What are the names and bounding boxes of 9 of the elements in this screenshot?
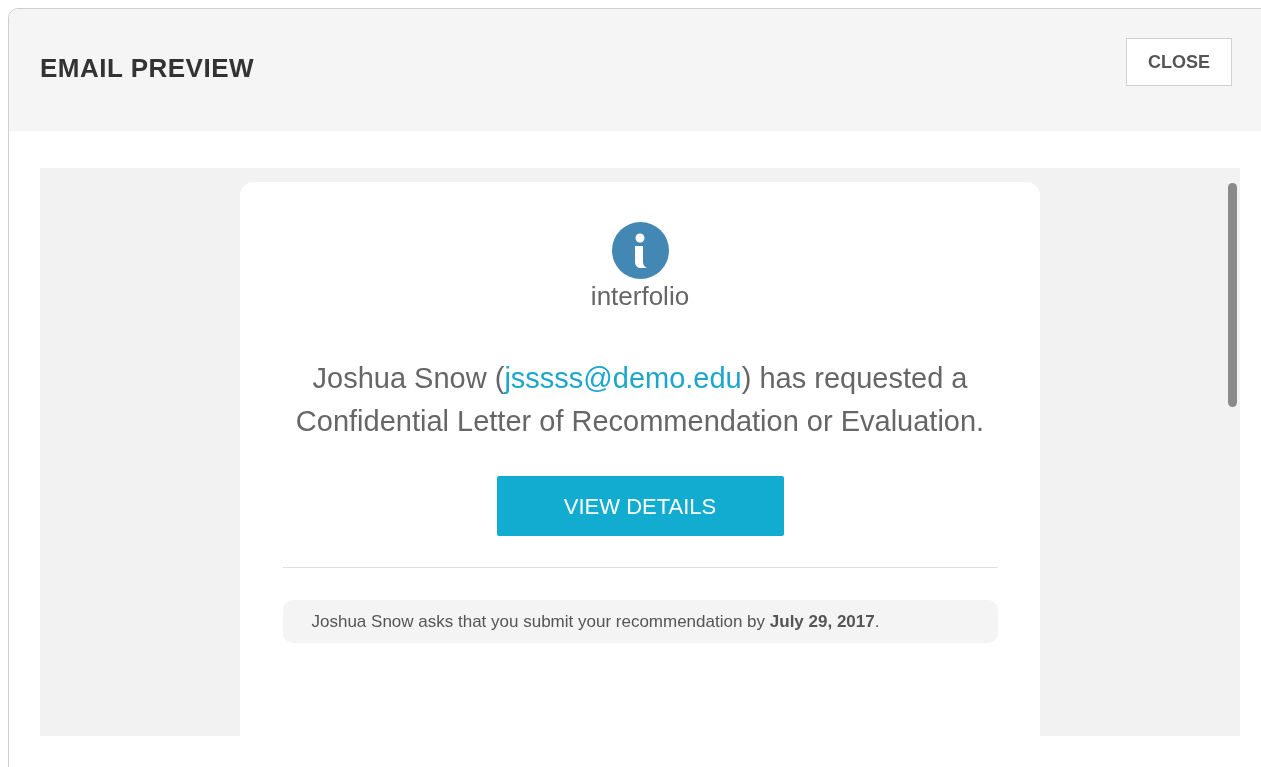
scrollbar-thumb[interactable] <box>1228 183 1237 407</box>
view-details-button[interactable]: VIEW DETAILS <box>496 476 784 536</box>
close-button[interactable]: CLOSE <box>1126 38 1232 86</box>
deadline-note: Joshua Snow asks that you submit your recommendation by July 29, 2017. <box>311 611 881 633</box>
modal-title: EMAIL PREVIEW <box>40 51 255 85</box>
brand-name: interfolio <box>590 281 690 311</box>
logo-icon <box>611 222 669 279</box>
email-link[interactable]: jsssss@demo.edu <box>504 362 742 394</box>
request-message: Joshua Snow (jsssss@demo.edu) has requested a Confidential Letter of Recommendation or Evaluation. <box>294 361 986 439</box>
